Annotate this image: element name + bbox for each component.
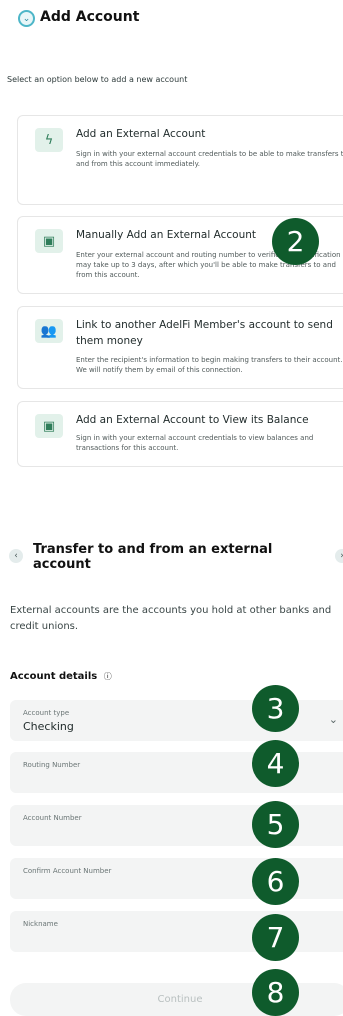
bolt-icon: ϟ (35, 128, 63, 152)
account-type-value: Checking (23, 720, 74, 733)
chevron-left-icon: ‹ (14, 551, 18, 561)
option-title: Link to another AdelFi Member's account … (76, 319, 333, 347)
account-number-label: Account Number (23, 814, 82, 822)
step-badge-3: 3 (252, 685, 299, 732)
step-badge-6: 6 (252, 858, 299, 905)
wallet-icon: ▣ (35, 414, 63, 438)
next-button[interactable]: › (335, 549, 343, 563)
step-badge-4: 4 (252, 740, 299, 787)
step-badge-2: 2 (272, 218, 319, 265)
account-details-label: Account details (10, 671, 98, 682)
page-subtitle: Select an option below to add a new acco… (7, 75, 188, 84)
page-title: Add Account (40, 9, 140, 25)
confirm-account-number-label: Confirm Account Number (23, 867, 112, 875)
option-title: Add an External Account to View its Bala… (76, 414, 309, 426)
section-title: Transfer to and from an external account (33, 542, 273, 572)
step-badge-7: 7 (252, 914, 299, 961)
option-title: Add an External Account (76, 128, 206, 140)
option-link-member-account[interactable]: 👥 Link to another AdelFi Member's accoun… (17, 306, 343, 389)
back-button[interactable]: ⌄ (18, 10, 35, 27)
nickname-label: Nickname (23, 920, 58, 928)
info-icon[interactable]: ⓘ (104, 672, 112, 681)
account-type-label: Account type (23, 709, 70, 717)
step-badge-8: 8 (252, 969, 299, 1016)
chevron-down-icon: ⌄ (328, 713, 338, 726)
section-intro: External accounts are the accounts you h… (10, 605, 332, 632)
option-view-balance[interactable]: ▣ Add an External Account to View its Ba… (17, 401, 343, 467)
people-icon: 👥 (35, 319, 63, 343)
routing-number-label: Routing Number (23, 761, 81, 769)
wallet-icon: ▣ (35, 229, 63, 253)
step-badge-5: 5 (252, 801, 299, 848)
option-description: Sign in with your external account crede… (76, 150, 343, 168)
option-external-account[interactable]: ϟ Add an External Account Sign in with y… (17, 115, 343, 205)
account-details-heading: Account details ⓘ (10, 671, 112, 682)
prev-button[interactable]: ‹ (9, 549, 23, 563)
option-description: Sign in with your external account crede… (76, 434, 314, 452)
chevron-down-icon: ⌄ (22, 13, 31, 24)
option-description: Enter the recipient's information to beg… (76, 356, 343, 374)
